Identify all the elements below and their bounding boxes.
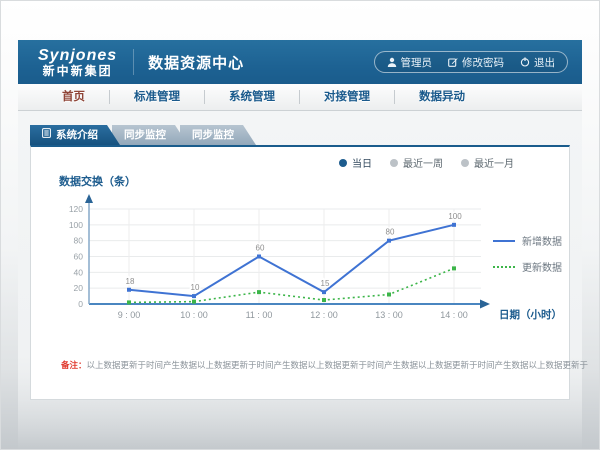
svg-text:0: 0 [78,299,83,309]
user-menu: 管理员 修改密码 退出 [374,51,569,73]
nav-item-system-mgmt[interactable]: 系统管理 [205,84,299,110]
chart-panel: 当日 最近一周 最近一月 数据交换（条） 0 20 40 60 80 100 120 9 : … [30,145,570,400]
svg-text:14 : 00: 14 : 00 [440,310,468,320]
svg-text:80: 80 [386,228,395,237]
filter-label: 最近一月 [474,155,514,170]
radio-dot-icon [390,159,398,167]
edit-icon [448,57,458,67]
brand-logo-cn: 新中新集团 [38,65,117,78]
tab-bar: 系统介绍 同步监控 同步监控 [30,125,582,145]
range-filter-group: 当日 最近一周 最近一月 [339,155,514,170]
legend-label: 更新数据 [522,259,562,274]
logout-label: 退出 [534,55,555,70]
nav-item-interface-mgmt[interactable]: 对接管理 [300,84,394,110]
legend-item-new-data: 新增数据 [493,233,562,248]
footnote-prefix: 备注： [61,360,87,370]
tab-system-intro[interactable]: 系统介绍 [30,125,120,145]
svg-text:40: 40 [74,267,84,277]
nav-item-standard-mgmt[interactable]: 标准管理 [110,84,204,110]
legend-swatch-solid-line [493,240,515,242]
chart-y-title: 数据交换（条） [59,173,136,189]
nav-item-data-change[interactable]: 数据异动 [395,84,489,110]
tab-label: 系统介绍 [56,125,98,145]
footnote: 备注：以上数据更新于时间产生数据以上数据更新于时间产生数据以上数据更新于时间产生… [61,359,588,371]
svg-text:80: 80 [74,236,84,246]
svg-text:12 : 00: 12 : 00 [310,310,338,320]
radio-dot-icon [339,159,347,167]
change-password-button[interactable]: 修改密码 [448,55,504,70]
svg-text:18: 18 [126,277,135,286]
svg-text:60: 60 [74,252,84,262]
svg-text:10: 10 [191,283,200,292]
document-icon [42,125,51,145]
filter-last-month[interactable]: 最近一月 [461,155,514,170]
user-icon [387,57,397,67]
app-header: Synjones 新中新集团 数据资源中心 管理员 修改密码 [18,40,582,84]
svg-text:10 : 00: 10 : 00 [180,310,208,320]
brand-logo: Synjones 新中新集团 [38,46,117,77]
series-legend: 新增数据 更新数据 [493,233,562,274]
svg-text:100: 100 [69,220,83,230]
change-password-label: 修改密码 [462,55,504,70]
main-nav: 首页 标准管理 系统管理 对接管理 数据异动 [18,84,582,111]
filter-label: 最近一周 [403,155,443,170]
svg-text:11 : 00: 11 : 00 [246,310,273,320]
svg-text:20: 20 [74,283,84,293]
svg-text:13 : 00: 13 : 00 [375,310,403,320]
user-menu-admin[interactable]: 管理员 [387,55,433,70]
user-menu-admin-label: 管理员 [401,55,433,70]
legend-item-update-data: 更新数据 [493,259,562,274]
filter-today[interactable]: 当日 [339,155,372,170]
legend-swatch-dotted-line [493,266,515,268]
legend-label: 新增数据 [522,233,562,248]
header-divider [133,49,134,75]
svg-text:9 : 00: 9 : 00 [118,310,141,320]
logout-icon [520,57,530,67]
site-container: Synjones 新中新集团 数据资源中心 管理员 修改密码 [18,40,582,450]
tab-sync-monitor-2[interactable]: 同步监控 [180,125,256,145]
svg-text:60: 60 [256,244,265,253]
brand-logo-en: Synjones [38,48,117,65]
svg-text:120: 120 [69,204,83,214]
tab-sync-monitor-1[interactable]: 同步监控 [112,125,188,145]
svg-text:100: 100 [448,212,462,221]
radio-dot-icon [461,159,469,167]
filter-label: 当日 [352,155,372,170]
content-area: 系统介绍 同步监控 同步监控 当日 最近一周 [18,111,582,450]
logout-button[interactable]: 退出 [520,55,555,70]
line-chart: 0 20 40 60 80 100 120 9 : 00 10 : 00 11 : 00 12 : … [49,191,519,341]
chart-x-title: 日期（小时） [499,307,562,322]
page-title: 数据资源中心 [148,52,244,73]
filter-last-week[interactable]: 最近一周 [390,155,443,170]
tab-label: 同步监控 [192,125,234,145]
tab-label: 同步监控 [124,125,166,145]
nav-item-home[interactable]: 首页 [38,84,109,110]
svg-text:15: 15 [321,279,330,288]
footnote-text: 以上数据更新于时间产生数据以上数据更新于时间产生数据以上数据更新于时间产生数据以… [87,360,589,370]
